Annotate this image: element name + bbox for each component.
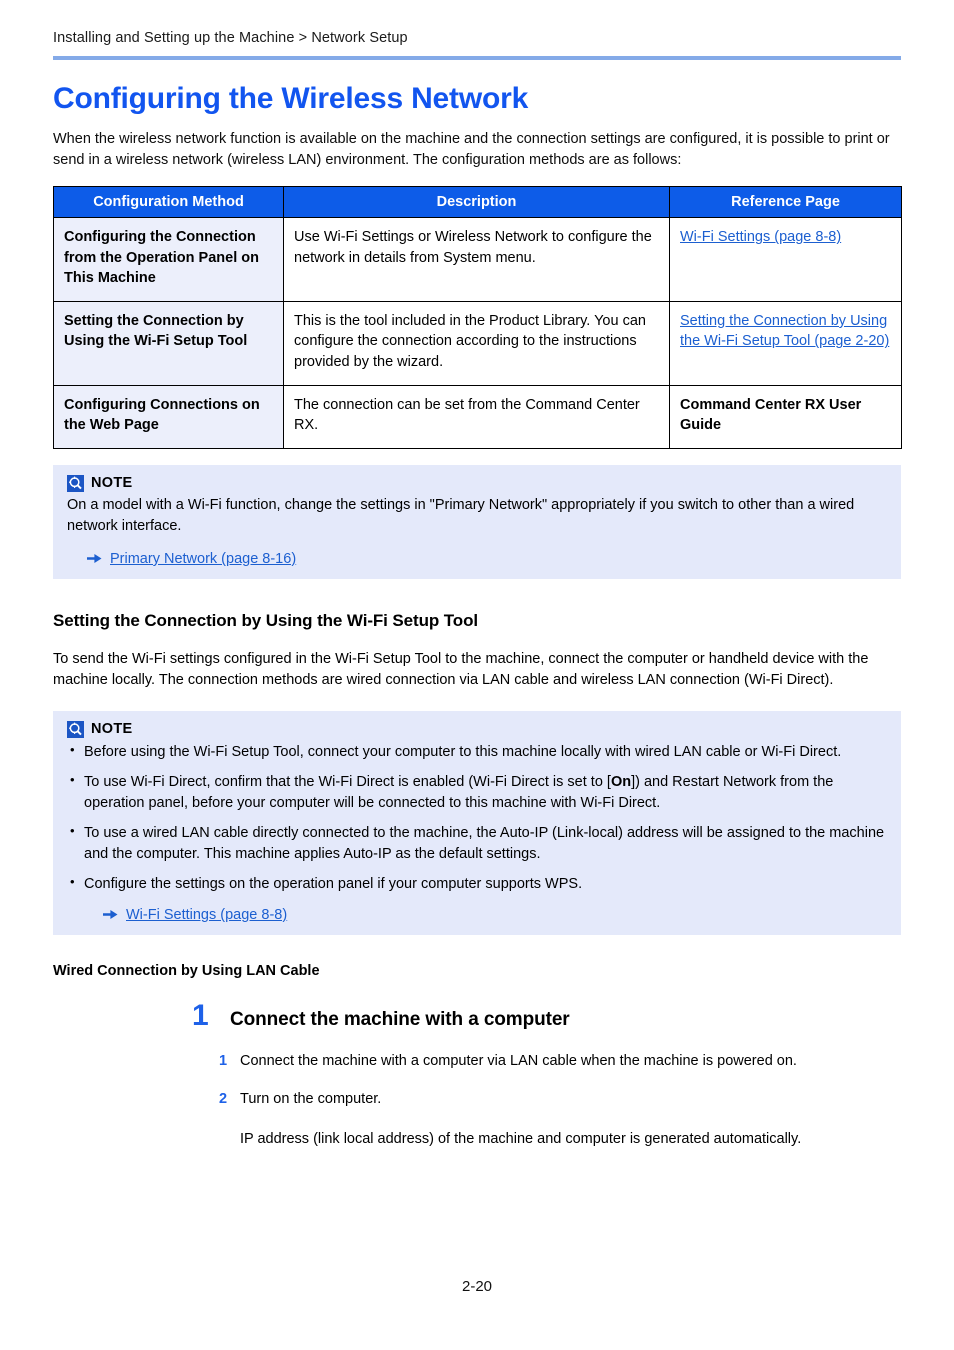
document-page: Installing and Setting up the Machine > … bbox=[0, 0, 954, 1350]
bullet-text-bold: On bbox=[610, 773, 632, 790]
note-title: NOTE bbox=[91, 475, 133, 492]
cell-reference: Setting the Connection by Using the Wi-F… bbox=[669, 300, 902, 386]
note-header: NOTE bbox=[67, 720, 887, 738]
xref-link[interactable]: Primary Network (page 8-16) bbox=[110, 551, 296, 567]
note-title: NOTE bbox=[91, 721, 133, 738]
configuration-methods-table: Configuration Method Description Referen… bbox=[53, 186, 902, 449]
section-body: To send the Wi-Fi settings configured in… bbox=[53, 650, 869, 688]
substep-text: Turn on the computer. bbox=[240, 1090, 382, 1107]
note-box-primary-network: NOTE On a model with a Wi-Fi function, c… bbox=[53, 464, 901, 579]
note-box-wifi-setup-tool: NOTE Before using the Wi-Fi Setup Tool, … bbox=[53, 710, 901, 935]
reference-link[interactable]: Wi-Fi Settings (page 8-8) bbox=[680, 229, 841, 245]
cell-description: This is the tool included in the Product… bbox=[283, 300, 670, 386]
arrow-right-icon bbox=[87, 554, 102, 564]
cell-method: Configuring the Connection from the Oper… bbox=[53, 217, 284, 302]
procedure-block: 1 Connect the machine with a computer 1 … bbox=[53, 998, 901, 1150]
note-header: NOTE bbox=[67, 474, 887, 492]
note-magnifier-icon bbox=[67, 720, 84, 738]
column-header-description: Description bbox=[283, 186, 670, 219]
column-header-method: Configuration Method bbox=[53, 186, 284, 219]
table-row: Configuring the Connection from the Oper… bbox=[53, 217, 902, 302]
cell-method: Configuring Connections on the Web Page bbox=[53, 384, 284, 449]
note-magnifier-icon bbox=[67, 474, 84, 492]
note-body: On a model with a Wi-Fi function, change… bbox=[67, 496, 855, 534]
cell-description: The connection can be set from the Comma… bbox=[283, 384, 670, 449]
note-bullet: Configure the settings on the operation … bbox=[67, 873, 887, 895]
cross-reference: Primary Network (page 8-16) bbox=[67, 551, 887, 567]
substep-number: 2 bbox=[219, 1090, 228, 1107]
substep-item: 1 Connect the machine with a computer vi… bbox=[219, 1051, 901, 1072]
step-title: Connect the machine with a computer bbox=[230, 1008, 570, 1030]
note-bullet: To use Wi-Fi Direct, confirm that the Wi… bbox=[67, 771, 887, 814]
substep-text: Connect the machine with a computer via … bbox=[240, 1052, 797, 1069]
breadcrumb: Installing and Setting up the Machine > … bbox=[53, 30, 408, 46]
note-bullet: To use a wired LAN cable directly connec… bbox=[67, 822, 887, 865]
table-row: Setting the Connection by Using the Wi-F… bbox=[53, 300, 902, 386]
xref-link[interactable]: Wi-Fi Settings (page 8-8) bbox=[126, 907, 287, 923]
column-header-reference: Reference Page bbox=[669, 186, 902, 219]
header-rule bbox=[53, 56, 901, 60]
page-number: 2-20 bbox=[461, 1278, 493, 1295]
reference-link[interactable]: Setting the Connection by Using the Wi-F… bbox=[680, 313, 889, 350]
cross-reference: Wi-Fi Settings (page 8-8) bbox=[67, 907, 887, 923]
table-header-row: Configuration Method Description Referen… bbox=[53, 186, 902, 219]
arrow-right-icon bbox=[103, 910, 118, 920]
sub-heading: Wired Connection by Using LAN Cable bbox=[53, 962, 320, 979]
cell-method: Setting the Connection by Using the Wi-F… bbox=[53, 300, 284, 386]
page-title: Configuring the Wireless Network bbox=[53, 82, 529, 115]
substep-number: 1 bbox=[219, 1052, 228, 1069]
intro-paragraph: When the wireless network function is av… bbox=[53, 131, 890, 168]
substep-item: 2 Turn on the computer. IP address (link… bbox=[219, 1089, 901, 1150]
cell-reference: Wi-Fi Settings (page 8-8) bbox=[669, 217, 902, 302]
substep-note: IP address (link local address) of the m… bbox=[240, 1130, 802, 1147]
table-row: Configuring Connections on the Web Page … bbox=[53, 384, 902, 449]
cell-reference: Command Center RX User Guide bbox=[669, 384, 902, 449]
section-heading: Setting the Connection by Using the Wi-F… bbox=[53, 610, 478, 630]
note-bullet: Before using the Wi-Fi Setup Tool, conne… bbox=[67, 741, 887, 763]
note-bullet-list: Before using the Wi-Fi Setup Tool, conne… bbox=[67, 741, 887, 895]
bullet-text-pre: To use Wi-Fi Direct, confirm that the Wi… bbox=[84, 773, 611, 790]
step-header: 1 Connect the machine with a computer bbox=[192, 998, 901, 1032]
cell-description: Use Wi-Fi Settings or Wireless Network t… bbox=[283, 217, 670, 302]
step-number: 1 bbox=[192, 998, 209, 1032]
substep-list: 1 Connect the machine with a computer vi… bbox=[192, 1051, 901, 1150]
